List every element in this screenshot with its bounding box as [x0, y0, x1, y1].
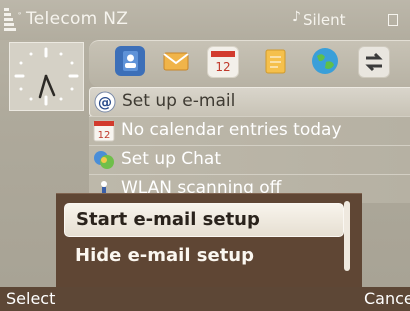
- switch-arrows-icon[interactable]: [358, 46, 390, 78]
- menu-item-label: Start e-mail setup: [76, 209, 260, 230]
- status-bar: ᵊ Telecom NZ ♪ Silent: [0, 0, 410, 40]
- operator-name: Telecom NZ: [26, 9, 129, 29]
- chat-bubbles-icon: [93, 149, 115, 171]
- list-item-setup-chat[interactable]: Set up Chat: [89, 145, 410, 174]
- softkey-bar: [0, 287, 410, 311]
- calendar-date: 12: [98, 130, 111, 141]
- web-globe-icon[interactable]: [310, 46, 340, 76]
- list-item-label: No calendar entries today: [121, 120, 342, 140]
- list-item-label: Set up e-mail: [122, 91, 236, 111]
- analog-clock-icon: [14, 47, 79, 106]
- menu-item-label: Hide e-mail setup: [75, 245, 255, 266]
- list-item-calendar[interactable]: 12 No calendar entries today: [89, 116, 410, 145]
- calendar-icon[interactable]: 12: [207, 46, 239, 78]
- menu-item-start-email-setup[interactable]: Start e-mail setup: [64, 203, 344, 237]
- signal-strength-icon: [4, 8, 16, 34]
- signal-indicator-icon: ᵊ: [18, 10, 22, 19]
- list-item-label: Set up Chat: [121, 149, 222, 169]
- phone-screen: ᵊ Telecom NZ ♪ Silent 12 @ Set up e-mail…: [0, 0, 410, 311]
- clock-widget[interactable]: [9, 42, 84, 111]
- right-softkey[interactable]: Cancel: [364, 289, 410, 308]
- list-item-setup-email[interactable]: @ Set up e-mail: [89, 87, 410, 117]
- messaging-icon[interactable]: [161, 46, 191, 76]
- popup-scrollbar[interactable]: [344, 201, 350, 271]
- contacts-icon[interactable]: [115, 46, 145, 76]
- email-at-icon: @: [94, 91, 116, 113]
- calendar-small-icon: 12: [93, 120, 115, 142]
- battery-icon: [388, 14, 398, 26]
- notes-icon[interactable]: [260, 46, 290, 76]
- silent-profile-icon: ♪: [292, 9, 301, 25]
- svg-text:@: @: [98, 95, 112, 111]
- profile-name: Silent: [303, 11, 346, 29]
- menu-item-hide-email-setup[interactable]: Hide e-mail setup: [64, 240, 342, 272]
- left-softkey[interactable]: Select: [6, 289, 55, 308]
- calendar-date: 12: [215, 60, 230, 74]
